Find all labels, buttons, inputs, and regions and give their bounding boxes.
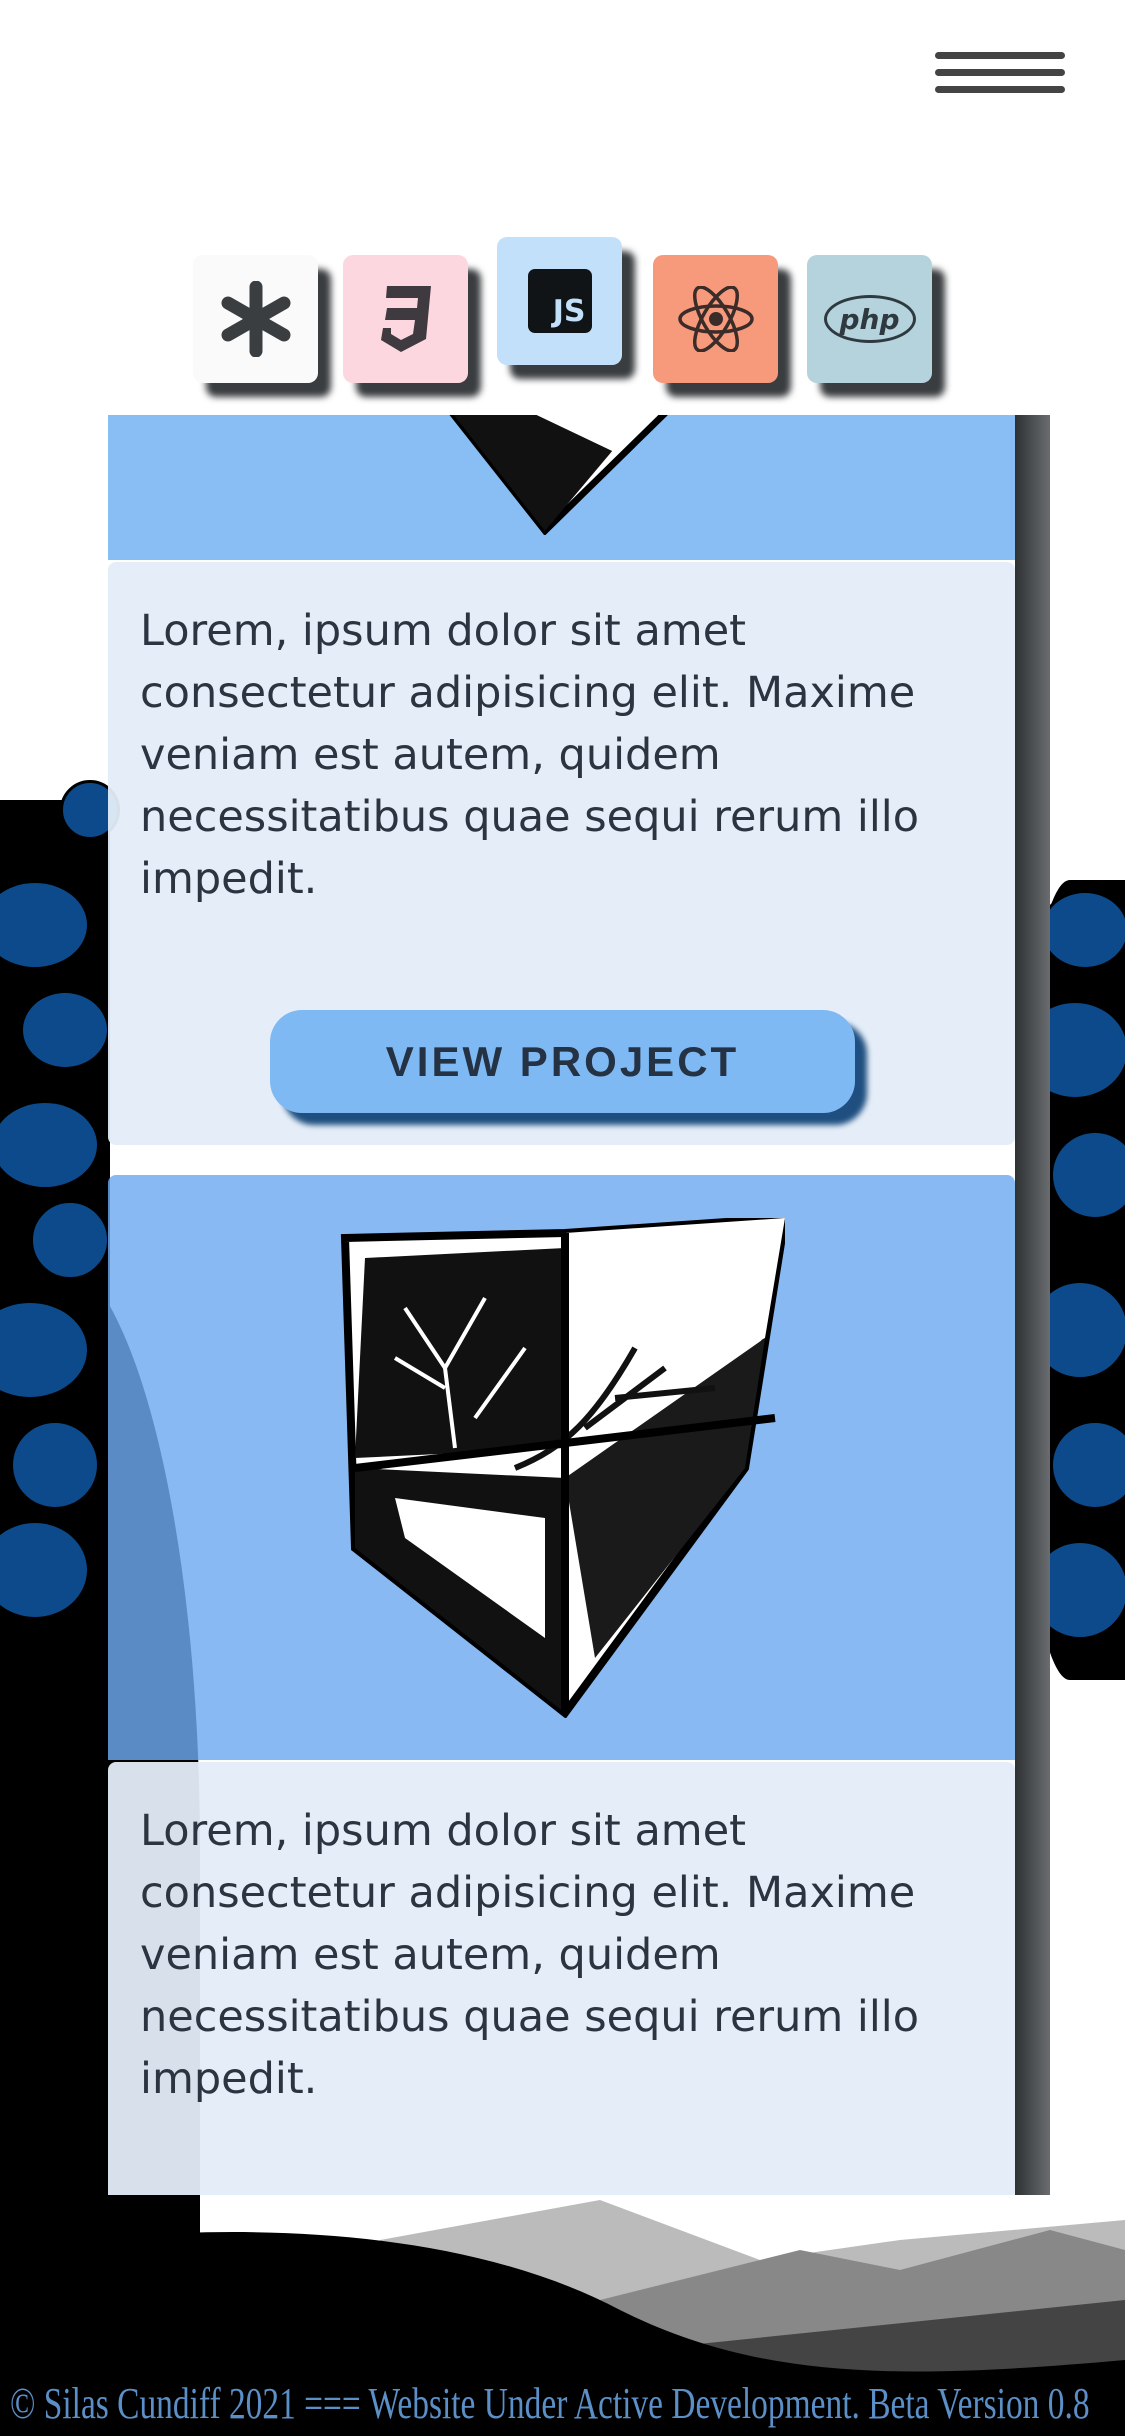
asterisk-icon (221, 281, 290, 357)
project-image[interactable] (108, 1175, 1015, 1760)
shield-logo (340, 1218, 785, 1718)
css3-icon (380, 286, 431, 352)
footer-text: © Silas Cundiff 2021 === Website Under A… (10, 2379, 1090, 2428)
project-image[interactable] (108, 415, 1015, 560)
tech-card-php[interactable]: php (807, 255, 932, 383)
menu-button[interactable] (935, 52, 1065, 98)
tech-card-asterisk[interactable] (193, 255, 318, 383)
column-shadow (1015, 415, 1050, 2195)
tech-card-react[interactable] (653, 255, 778, 383)
javascript-icon: JS (527, 269, 592, 333)
view-project-button[interactable]: VIEW PROJECT (270, 1010, 855, 1113)
php-icon: php (823, 295, 916, 343)
tech-card-css3[interactable] (343, 255, 468, 383)
project-description: Lorem, ipsum dolor sit amet consectetur … (140, 1806, 920, 2104)
shield-logo (449, 415, 668, 535)
react-icon (677, 286, 754, 352)
project-card-2: Lorem, ipsum dolor sit amet consectetur … (108, 1762, 1015, 2195)
tech-card-javascript[interactable]: JS (497, 237, 622, 365)
project-description: Lorem, ipsum dolor sit amet consectetur … (140, 606, 920, 904)
